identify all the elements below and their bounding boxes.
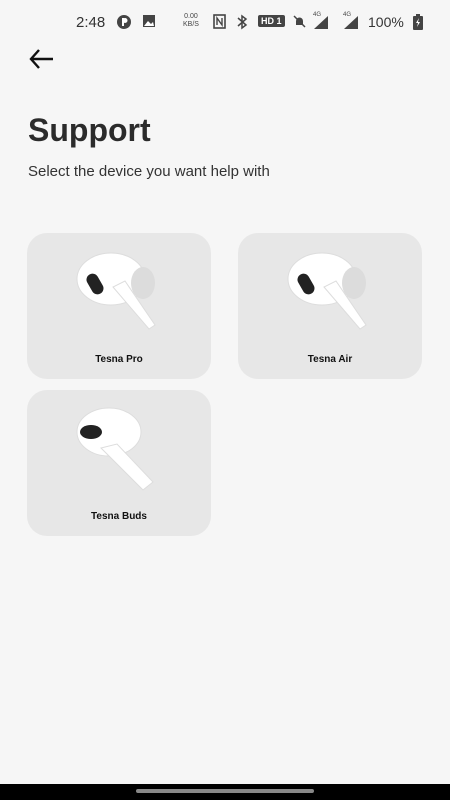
device-label: Tesna Pro: [95, 354, 143, 365]
hd-badge: HD 1: [258, 15, 285, 27]
arrow-left-icon: [29, 49, 53, 69]
signal-2-icon: [344, 16, 358, 29]
device-label: Tesna Air: [307, 354, 353, 365]
device-card-tesna-air[interactable]: Tesna Air: [238, 233, 422, 379]
earbud-buds-image: [76, 407, 154, 491]
app-notification-icon: [117, 15, 131, 29]
home-indicator[interactable]: [136, 789, 314, 793]
signal-1-icon: [314, 16, 328, 29]
gallery-icon: [143, 15, 155, 27]
bluetooth-icon: [237, 14, 248, 30]
page-title: Support: [28, 112, 151, 148]
mute-bell-icon: [293, 15, 306, 28]
status-bar: 2:48 0.00 KB/S HD 1 4G 4G 100%: [0, 0, 450, 44]
status-time: 2:48: [76, 14, 106, 31]
network-speed: 0.00 KB/S: [183, 13, 199, 28]
earbud-air-image: [287, 252, 367, 330]
back-button[interactable]: [26, 44, 58, 74]
device-label: Tesna Buds: [91, 511, 147, 522]
nfc-icon: [213, 14, 226, 29]
battery-percent: 100%: [368, 14, 404, 30]
battery-charging-icon: [413, 14, 423, 30]
device-card-tesna-pro[interactable]: Tesna Pro: [27, 233, 211, 379]
page-subtitle: Select the device you want help with: [28, 163, 270, 180]
earbud-pro-image: [76, 252, 156, 330]
device-card-tesna-buds[interactable]: Tesna Buds: [27, 390, 211, 536]
